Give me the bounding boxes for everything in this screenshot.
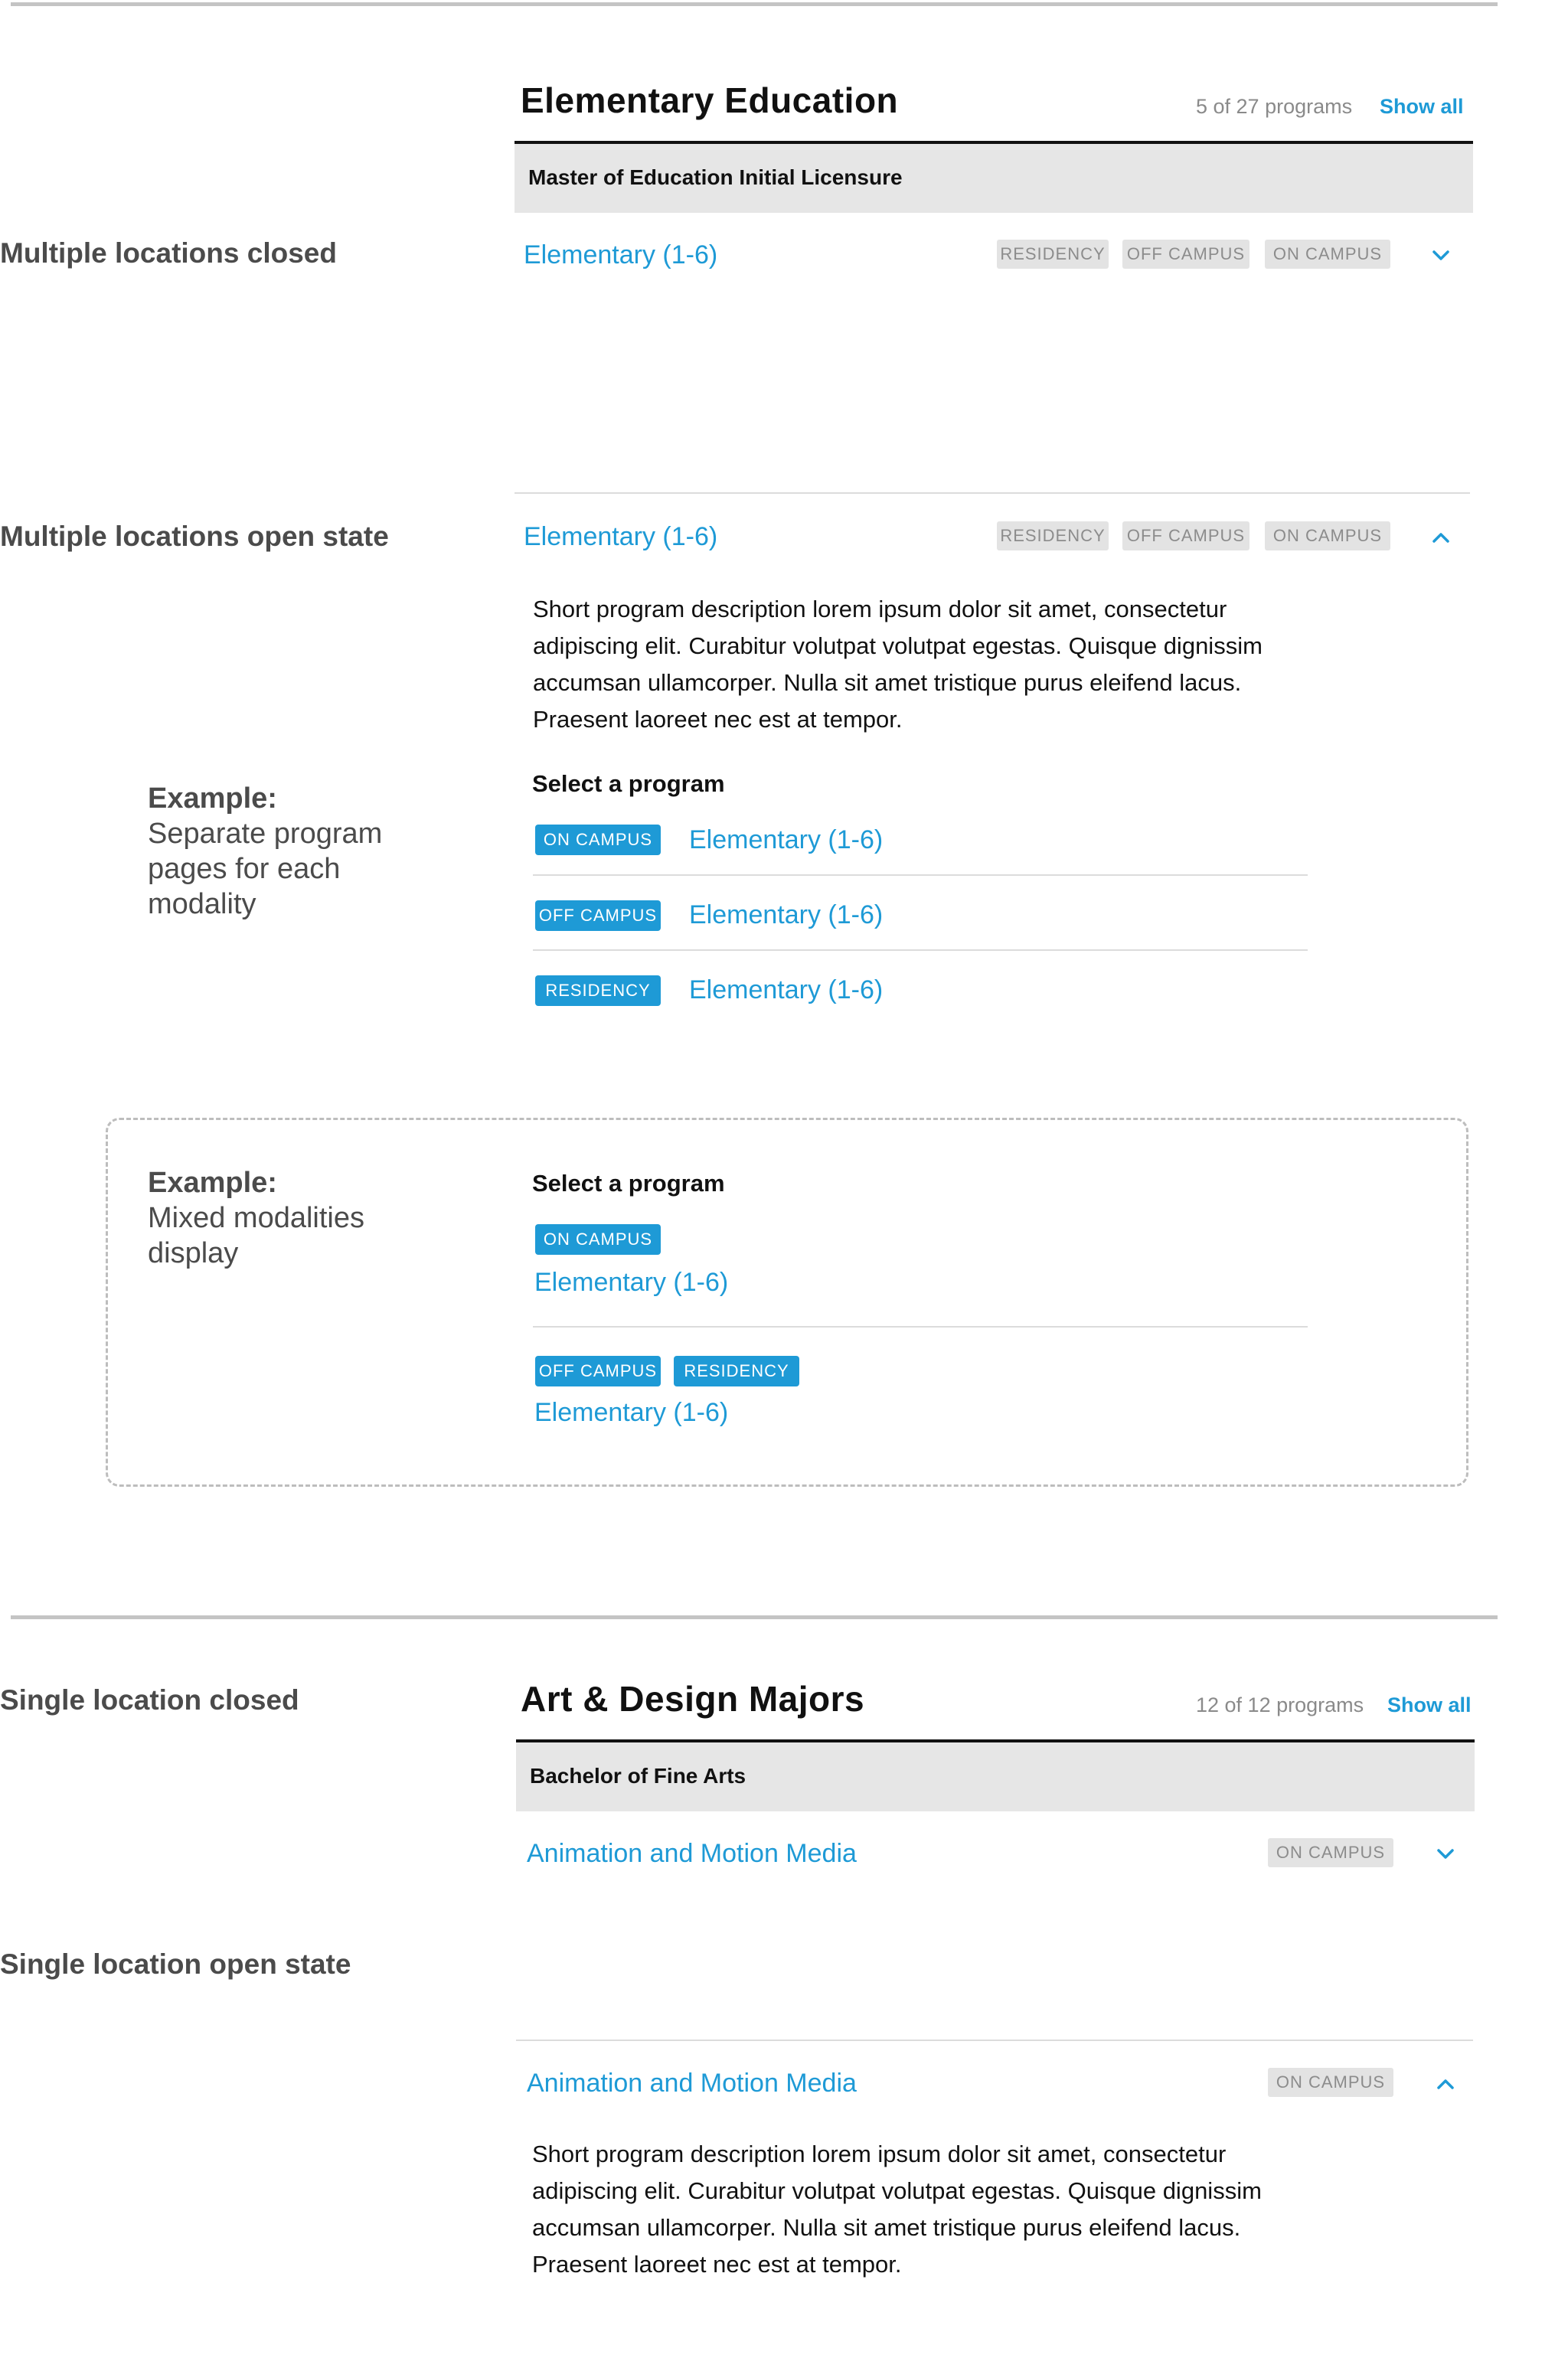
- program-link[interactable]: Elementary (1-6): [524, 240, 717, 270]
- program-option-link[interactable]: Elementary (1-6): [534, 1268, 728, 1298]
- degree-header: Bachelor of Fine Arts: [516, 1742, 1475, 1811]
- example-title: Example:: [148, 782, 277, 815]
- modality-tag: ON CAMPUS: [1265, 521, 1390, 550]
- program-description: Short program description lorem ipsum do…: [532, 2141, 1262, 2278]
- state-label-multi-open: Multiple locations open state: [0, 521, 389, 552]
- example-title: Example:: [148, 1167, 277, 1199]
- chevron-down-icon[interactable]: [1434, 1843, 1457, 1866]
- modality-tag: RESIDENCY: [997, 521, 1109, 550]
- top-divider: [11, 2, 1498, 6]
- select-program-heading: Select a program: [532, 1170, 725, 1197]
- state-label-single-closed: Single location closed: [0, 1684, 299, 1716]
- state-label-multi-closed: Multiple locations closed: [0, 237, 337, 269]
- modality-tag: RESIDENCY: [997, 240, 1109, 269]
- show-all-link[interactable]: Show all: [1380, 95, 1464, 119]
- program-option-link[interactable]: Elementary (1-6): [689, 975, 883, 1005]
- example-body: Separate program pages for each modality: [148, 818, 383, 920]
- state-label-single-open: Single location open state: [0, 1948, 351, 1980]
- section-title: Art & Design Majors: [521, 1679, 865, 1719]
- modality-tag: ON CAMPUS: [1268, 2068, 1393, 2097]
- modality-tag: ON CAMPUS: [1265, 240, 1390, 269]
- example-mixed-label: Example: Mixed modalities display: [148, 1165, 400, 1271]
- option-divider: [533, 1326, 1308, 1328]
- program-option-link[interactable]: Elementary (1-6): [689, 825, 883, 855]
- program-link[interactable]: Animation and Motion Media: [527, 2069, 857, 2098]
- degree-header: Master of Education Initial Licensure: [514, 144, 1473, 213]
- modality-tag: ON CAMPUS: [1268, 1838, 1393, 1867]
- show-all-link[interactable]: Show all: [1387, 1693, 1472, 1717]
- chevron-down-icon[interactable]: [1429, 244, 1452, 267]
- program-count: 12 of 12 programs: [1196, 1693, 1364, 1716]
- modality-tag: OFF CAMPUS: [1122, 240, 1250, 269]
- section-divider: [11, 1615, 1498, 1619]
- modality-tag: RESIDENCY: [674, 1356, 799, 1386]
- program-option-link[interactable]: Elementary (1-6): [689, 900, 883, 930]
- row-divider: [514, 492, 1470, 494]
- chevron-up-icon[interactable]: [1434, 2072, 1457, 2095]
- program-option-link[interactable]: Elementary (1-6): [534, 1398, 728, 1428]
- degree-label: Master of Education Initial Licensure: [528, 165, 903, 189]
- option-divider: [533, 874, 1308, 876]
- modality-tag: RESIDENCY: [535, 975, 661, 1006]
- program-link[interactable]: Animation and Motion Media: [527, 1839, 857, 1869]
- option-divider: [533, 949, 1308, 951]
- degree-label: Bachelor of Fine Arts: [530, 1764, 746, 1788]
- modality-tag: OFF CAMPUS: [1122, 521, 1250, 550]
- row-divider: [516, 2040, 1473, 2041]
- example-body: Mixed modalities display: [148, 1202, 364, 1269]
- program-link[interactable]: Elementary (1-6): [524, 522, 717, 552]
- chevron-up-icon[interactable]: [1429, 526, 1452, 549]
- select-program-heading: Select a program: [532, 770, 725, 797]
- section-title: Elementary Education: [521, 80, 899, 120]
- modality-tag: ON CAMPUS: [535, 825, 661, 855]
- example-separate-label: Example: Separate program pages for each…: [148, 781, 400, 922]
- modality-tag: ON CAMPUS: [535, 1224, 661, 1255]
- modality-tag: OFF CAMPUS: [535, 1356, 661, 1386]
- program-description: Short program description lorem ipsum do…: [533, 596, 1263, 733]
- program-count: 5 of 27 programs: [1196, 95, 1353, 118]
- modality-tag: OFF CAMPUS: [535, 900, 661, 931]
